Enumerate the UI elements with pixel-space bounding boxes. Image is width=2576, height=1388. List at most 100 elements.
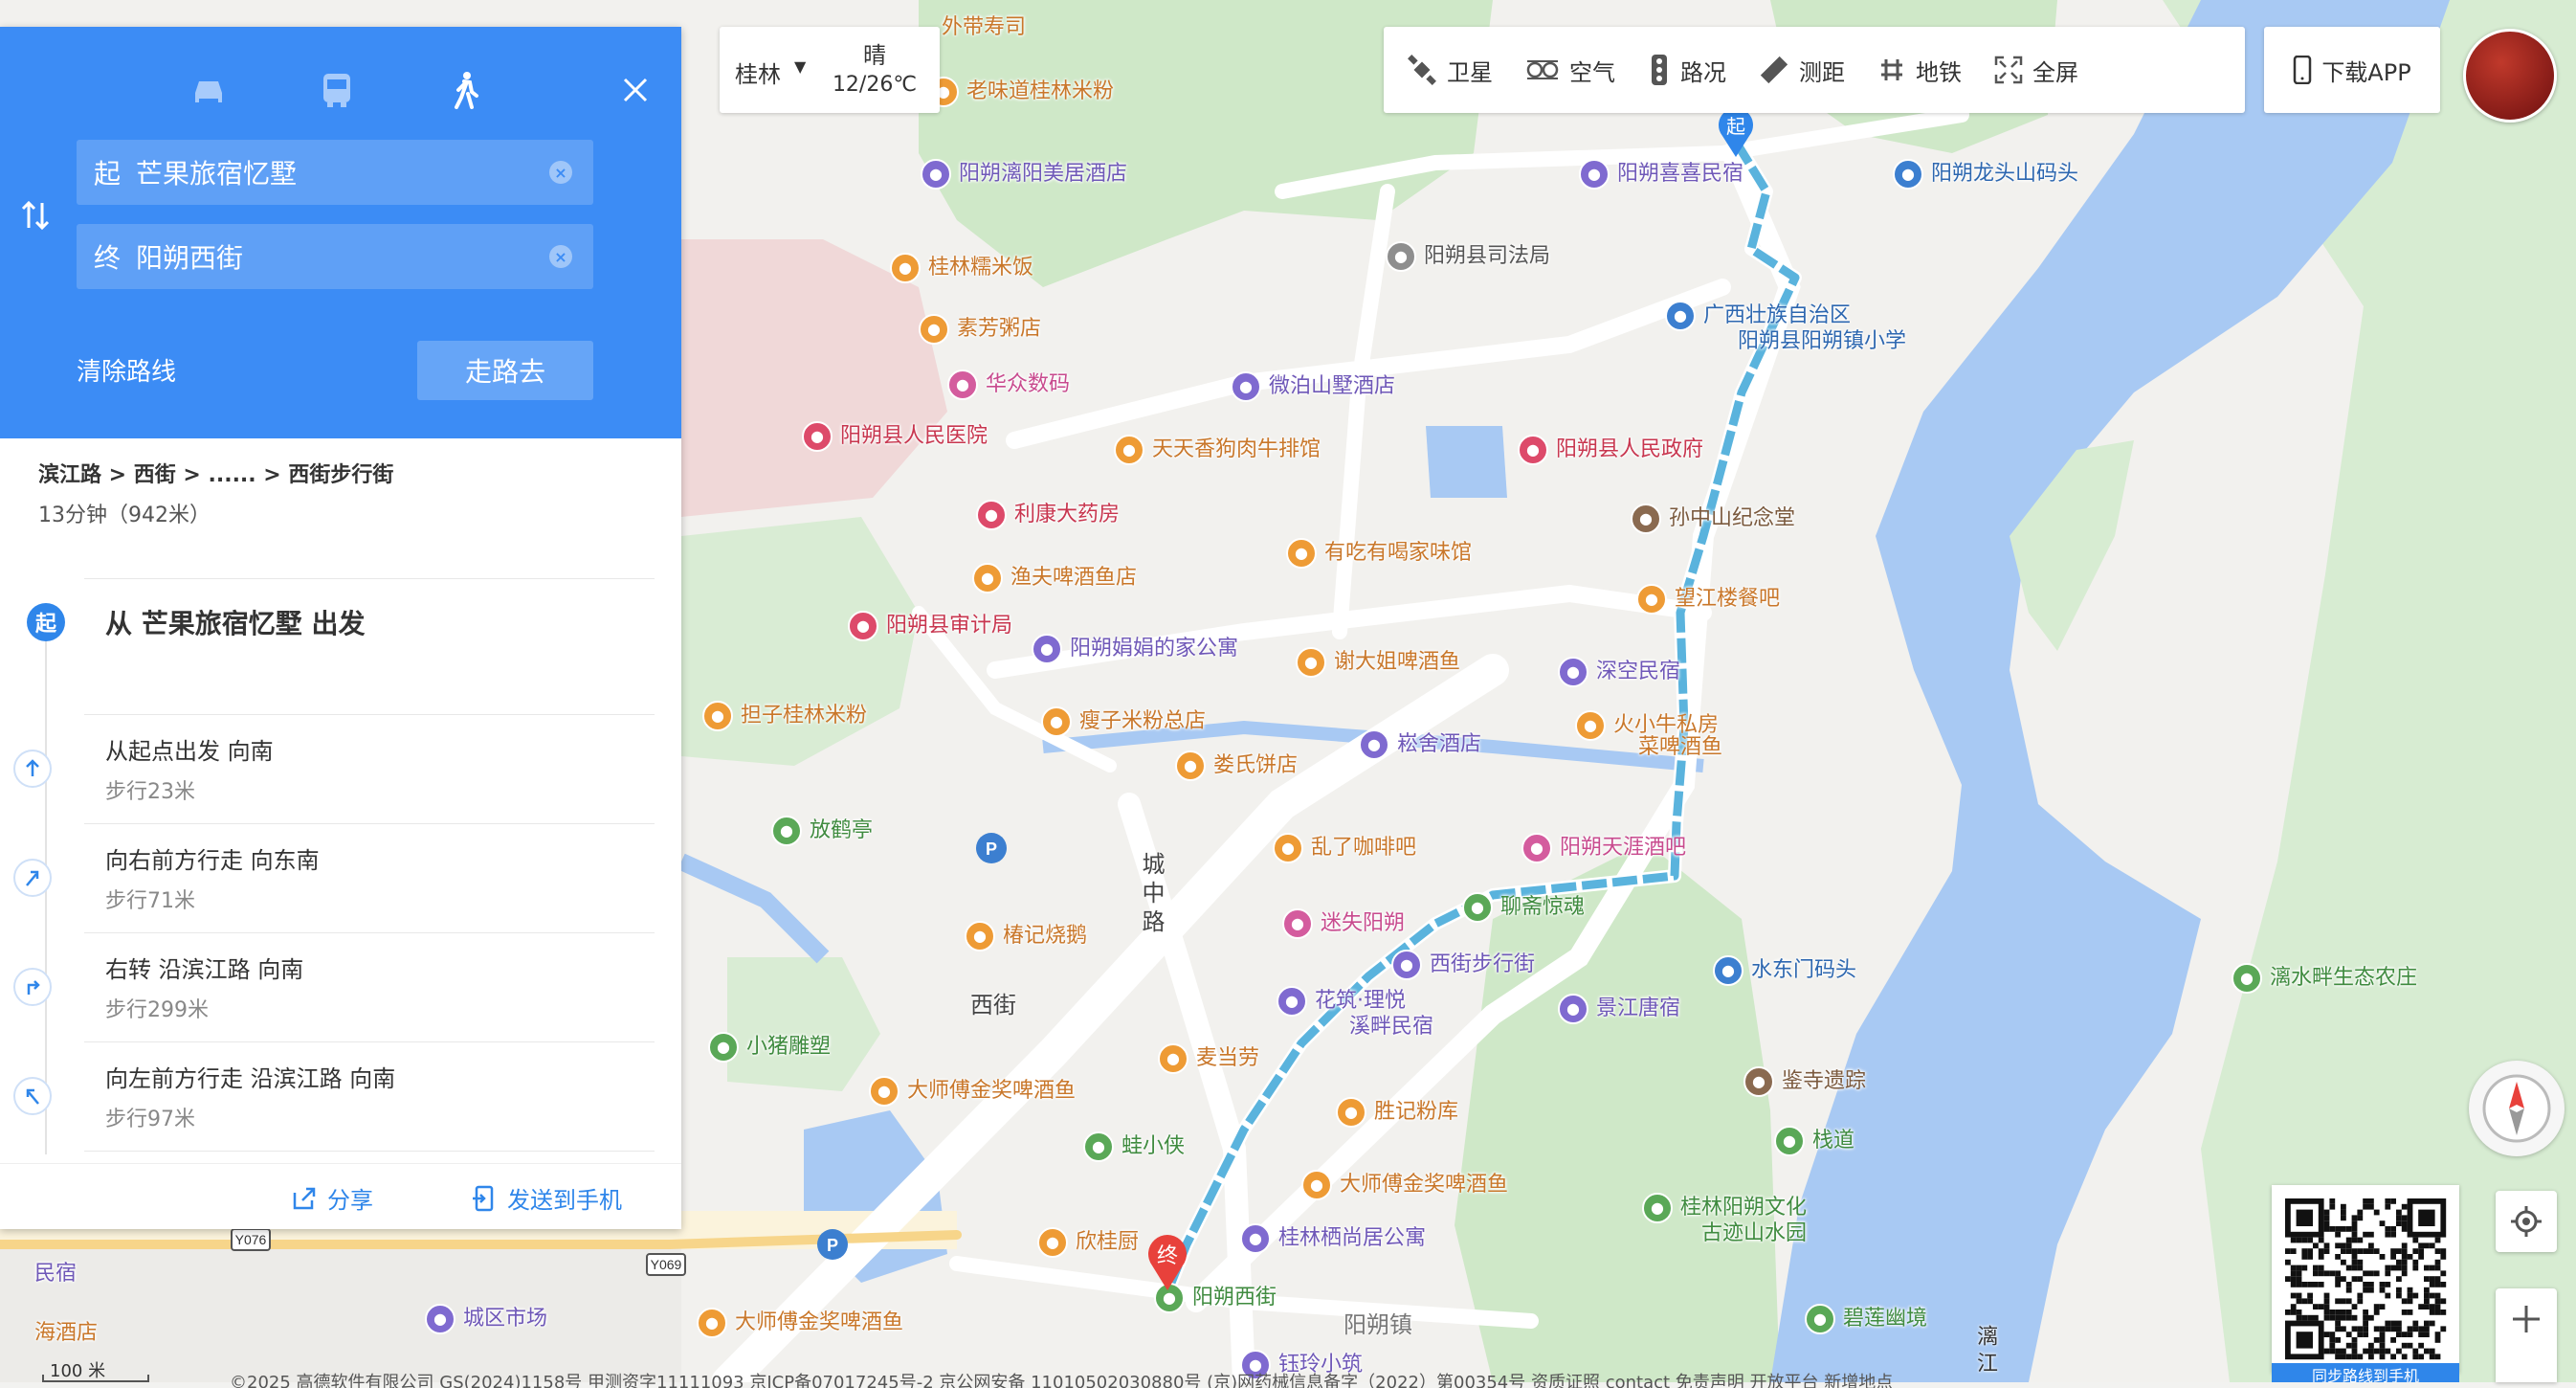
poi-item[interactable]: ● 水东门码头 xyxy=(1713,955,1856,986)
route-step[interactable]: 右转 沿西街 向西 xyxy=(84,1151,655,1154)
bowl-icon: ● xyxy=(1636,584,1667,615)
share-button[interactable]: 分享 xyxy=(291,1181,373,1215)
poi-item[interactable]: ● 欣桂厨 xyxy=(1037,1227,1139,1258)
poi-item[interactable]: 海酒店 xyxy=(0,1321,98,1346)
bed-icon: ● xyxy=(1558,994,1588,1024)
end-field[interactable]: 终 阳朔西街 × xyxy=(77,224,593,289)
tool-subway[interactable]: 地铁 xyxy=(1877,54,1962,87)
route-step[interactable]: 向左前方行走 沿滨江路 向南 步行97米 xyxy=(13,1041,655,1152)
route-end-marker[interactable]: 终 xyxy=(1146,1235,1188,1294)
poi-item[interactable]: ● 担子桂林米粉 xyxy=(702,701,867,731)
route-step[interactable]: 右转 沿滨江路 向南 步行299米 xyxy=(13,932,655,1042)
poi-item[interactable]: 溪畔民宿 xyxy=(1315,1015,1433,1040)
poi-item[interactable]: ● 老味道桂林米粉 xyxy=(928,77,1114,107)
poi-item[interactable]: ● 阳朔喜喜民宿 xyxy=(1579,159,1743,190)
poi-item[interactable]: ● 大师傅金奖啤酒鱼 xyxy=(697,1308,903,1338)
poi-item[interactable]: ● 阳朔县司法局 xyxy=(1386,241,1550,272)
tool-traffic[interactable]: 路况 xyxy=(1648,54,1726,87)
poi-item[interactable]: ● 大师傅金奖啤酒鱼 xyxy=(1301,1170,1508,1200)
poi-item[interactable]: ● 迷失阳朔 xyxy=(1282,908,1405,939)
poi-item[interactable]: ● 桂林栖尚居公寓 xyxy=(1240,1223,1426,1254)
poi-item[interactable]: ● 鉴寺遗踪 xyxy=(1743,1066,1866,1097)
poi-item[interactable]: ● 桂林阳朔文化 xyxy=(1642,1193,1807,1223)
poi-item[interactable]: ● 有吃有喝家味馆 xyxy=(1286,538,1472,569)
poi-item[interactable]: ● 大师傅金奖啤酒鱼 xyxy=(869,1076,1076,1107)
locate-button[interactable] xyxy=(2496,1191,2557,1252)
poi-item[interactable]: ● 胜记粉库 xyxy=(1336,1097,1458,1128)
close-panel-button[interactable] xyxy=(607,61,664,119)
route-step[interactable]: 向右前方行走 向东南 步行71米 xyxy=(13,823,655,933)
walk-mode-tab[interactable] xyxy=(436,61,494,119)
road-label-chengzhong: 城中路 xyxy=(1138,852,1165,938)
poi-item[interactable]: ● 孙中山纪念堂 xyxy=(1631,504,1795,534)
poi-item[interactable]: ● 乱了咖啡吧 xyxy=(1273,833,1416,863)
poi-item[interactable]: ● 聊斋惊魂 xyxy=(1462,892,1585,923)
poi-item[interactable]: 古迹山水园 xyxy=(1667,1221,1807,1246)
poi-item[interactable]: ● 椿记烧鹅 xyxy=(965,921,1087,951)
download-app-button[interactable]: 下载APP xyxy=(2264,27,2440,113)
zoom-in-button[interactable] xyxy=(2496,1288,2557,1382)
poi-item[interactable]: ● 桂林糯米饭 xyxy=(890,253,1033,283)
poi-item[interactable]: ● 阳朔漓阳美居酒店 xyxy=(921,159,1127,190)
qr-caption: 同步路线到手机 xyxy=(2272,1363,2459,1382)
clear-end-icon[interactable]: × xyxy=(549,245,572,268)
poi-item[interactable]: ● 阳朔县审计局 xyxy=(848,611,1012,641)
poi-item[interactable]: ● 望江楼餐吧 xyxy=(1636,584,1780,615)
poi-item[interactable]: ● 景江唐宿 xyxy=(1558,994,1680,1024)
poi-item[interactable]: ● 碧莲幽境 xyxy=(1805,1304,1927,1334)
poi-label: 桂林阳朔文化 xyxy=(1680,1195,1808,1220)
route-start-marker[interactable]: 起 xyxy=(1717,107,1755,161)
clear-route-link[interactable]: 清除路线 xyxy=(77,352,176,388)
city-selector[interactable]: 桂林 xyxy=(735,56,781,89)
poi-item[interactable]: ● 阳朔龙头山码头 xyxy=(1893,159,2078,190)
poi-item[interactable]: ● 利康大药房 xyxy=(976,500,1120,530)
poi-item[interactable]: ● 放鹤亭 xyxy=(771,816,873,846)
poi-item[interactable]: ● 西街步行街 xyxy=(1391,950,1535,980)
step-text: 向右前方行走 向东南 xyxy=(105,847,320,874)
poi-item[interactable]: ● 花筑·理悦 xyxy=(1277,986,1406,1017)
tool-fullscreen[interactable]: 全屏 xyxy=(1994,54,2078,87)
poi-item[interactable]: ● 阳朔天涯酒吧 xyxy=(1521,833,1686,863)
route-step[interactable]: 从起点出发 向南 步行23米 xyxy=(13,714,655,824)
poi-item[interactable]: ● 天天香狗肉牛排馆 xyxy=(1114,435,1321,465)
poi-item[interactable]: ● 微泊山墅酒店 xyxy=(1231,371,1395,402)
weather-widget[interactable]: 桂林 ▼ 晴 12/26℃ xyxy=(720,27,940,113)
car-mode-tab[interactable] xyxy=(180,61,237,119)
user-avatar[interactable] xyxy=(2463,29,2557,123)
go-walk-button[interactable]: 走路去 xyxy=(417,341,593,400)
compass-control[interactable] xyxy=(2469,1061,2565,1156)
poi-item[interactable]: ● 栈道 xyxy=(1774,1126,1854,1156)
poi-item[interactable]: ● 深空民宿 xyxy=(1558,657,1680,687)
clear-start-icon[interactable]: × xyxy=(549,161,572,184)
poi-item[interactable]: ● 娄氏饼店 xyxy=(1175,750,1298,781)
poi-item[interactable]: 民宿 xyxy=(0,1262,77,1287)
poi-item[interactable]: ● 小猪雕塑 xyxy=(708,1032,831,1063)
poi-item[interactable]: ● 麦当劳 xyxy=(1158,1043,1259,1074)
tool-ruler[interactable]: 测距 xyxy=(1759,54,1845,87)
route-summary[interactable]: 滨江路 > 西街 > ...... > 西街步行街 13分钟（942米） xyxy=(38,458,393,528)
poi-item[interactable]: ● 广西壮族自治区 xyxy=(1665,301,1851,331)
poi-item[interactable]: ● 阳朔县人民医院 xyxy=(802,421,988,452)
summary-path: 滨江路 > 西街 > ...... > 西街步行街 xyxy=(38,463,394,487)
poi-item[interactable]: ● 阳朔娟娟的家公寓 xyxy=(1032,634,1238,664)
poi-item[interactable]: ● 阳朔县人民政府 xyxy=(1518,435,1703,465)
poi-item[interactable]: ● 素芳粥店 xyxy=(919,314,1041,345)
poi-item[interactable]: 阳朔县阳朔镇小学 xyxy=(1703,329,1906,354)
poi-item[interactable]: 菜啤酒鱼 xyxy=(1604,735,1722,760)
tool-air[interactable]: 空气 xyxy=(1525,54,1615,87)
poi-item[interactable]: ● 渔夫啤酒鱼店 xyxy=(972,563,1137,593)
poi-item[interactable]: ● 蛙小侠 xyxy=(1083,1131,1185,1162)
poi-item[interactable]: ● 城区市场 xyxy=(425,1304,547,1334)
share-label: 分享 xyxy=(327,1187,373,1214)
poi-item[interactable]: ● 崧舍酒店 xyxy=(1359,729,1481,760)
poi-item[interactable]: ● 漓水畔生态农庄 xyxy=(2232,963,2417,994)
bus-mode-tab[interactable] xyxy=(308,61,366,119)
send-to-phone-button[interactable]: 发送到手机 xyxy=(471,1181,622,1215)
swap-endpoints-button[interactable] xyxy=(19,199,52,235)
tool-satellite[interactable]: 卫星 xyxy=(1407,54,1493,87)
poi-item[interactable]: ● 谢大姐啤酒鱼 xyxy=(1296,647,1460,678)
start-field[interactable]: 起 芒果旅宿忆墅 × xyxy=(77,140,593,205)
poi-item[interactable]: ● 华众数码 xyxy=(947,369,1070,400)
museum-icon: ● xyxy=(1631,504,1661,534)
poi-item[interactable]: ● 瘦子米粉总店 xyxy=(1041,706,1206,737)
